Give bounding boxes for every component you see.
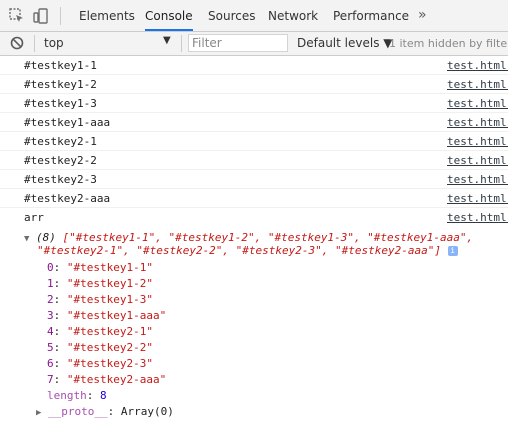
console-message: #testkey2-1 test.html:	[0, 132, 508, 151]
length-key: length	[47, 389, 87, 402]
item-value: "#testkey2-2"	[66, 341, 153, 354]
console-message: #testkey2-2 test.html:	[0, 151, 508, 170]
console-message: #testkey2-aaa test.html:	[0, 189, 508, 208]
inspect-element-icon[interactable]	[8, 7, 26, 25]
info-icon[interactable]: i	[447, 246, 458, 256]
expand-triangle-icon[interactable]: ▶	[36, 408, 41, 418]
hidden-items-info: 1 item hidden by filters	[389, 37, 508, 50]
item-index: 5	[47, 341, 54, 354]
console-message: #testkey1-1 test.html:	[0, 56, 508, 75]
toolbar-divider	[60, 7, 61, 25]
proto-key: __proto__	[48, 405, 108, 418]
item-index: 3	[47, 309, 54, 322]
message-text: #testkey2-3	[24, 173, 97, 186]
message-text: #testkey1-aaa	[24, 116, 111, 129]
array-item: 7: "#testkey2-aaa"	[47, 373, 167, 386]
array-item: 0: "#testkey1-1"	[47, 261, 153, 274]
source-link[interactable]: test.html:	[447, 97, 508, 110]
item-value: "#testkey1-aaa"	[66, 309, 167, 322]
array-preview-line1: ["#testkey1-1", "#testkey1-2", "#testkey…	[62, 231, 474, 244]
source-link[interactable]: test.html:	[447, 154, 508, 167]
source-link[interactable]: test.html:	[447, 135, 508, 148]
array-item: 1: "#testkey1-2"	[47, 277, 153, 290]
proto-row[interactable]: ▶ __proto__: Array(0)	[36, 405, 174, 418]
message-text: #testkey2-2	[24, 154, 97, 167]
clear-console-icon[interactable]	[9, 35, 27, 53]
source-link[interactable]: test.html:	[447, 116, 508, 129]
item-index: 4	[47, 325, 54, 338]
source-link[interactable]: test.html:	[447, 78, 508, 91]
array-header[interactable]: ▼ (8) ["#testkey1-1", "#testkey1-2", "#t…	[24, 231, 473, 244]
proto-value: Array(0)	[120, 405, 174, 418]
log-levels-dropdown[interactable]: Default levels ▼	[297, 36, 393, 50]
devtools-tabbar: Elements Console Sources Network Perform…	[0, 0, 508, 32]
context-dropdown-icon[interactable]: ▼	[163, 35, 171, 46]
console-message: arr test.html:	[0, 208, 508, 227]
console-message: #testkey1-aaa test.html:	[0, 113, 508, 132]
message-text: #testkey1-3	[24, 97, 97, 110]
source-link[interactable]: test.html:	[447, 59, 508, 72]
array-preview-continuation: "#testkey2-1", "#testkey2-2", "#testkey2…	[37, 244, 458, 257]
item-value: "#testkey1-1"	[66, 261, 153, 274]
item-index: 7	[47, 373, 54, 386]
console-message: #testkey1-2 test.html:	[0, 75, 508, 94]
console-message: #testkey1-3 test.html:	[0, 94, 508, 113]
more-tabs-button[interactable]: »	[418, 0, 427, 31]
item-value: "#testkey1-2"	[66, 277, 153, 290]
item-index: 6	[47, 357, 54, 370]
filter-input[interactable]: Filter	[188, 34, 288, 52]
item-value: "#testkey2-1"	[66, 325, 153, 338]
item-index: 1	[47, 277, 54, 290]
message-text: #testkey1-1	[24, 59, 97, 72]
array-length-row: length: 8	[47, 389, 107, 402]
message-text: #testkey2-1	[24, 135, 97, 148]
item-value: "#testkey1-3"	[66, 293, 153, 306]
item-value: "#testkey2-3"	[66, 357, 153, 370]
tab-performance[interactable]: Performance	[333, 0, 409, 31]
console-toolbar: top ▼ Filter Default levels ▼ 1 item hid…	[0, 32, 508, 56]
array-length-preview: (8)	[36, 231, 56, 244]
console-messages: #testkey1-1 test.html: #testkey1-2 test.…	[0, 56, 508, 227]
item-value: "#testkey2-aaa"	[66, 373, 167, 386]
array-item: 3: "#testkey1-aaa"	[47, 309, 167, 322]
item-index: 2	[47, 293, 54, 306]
message-text: arr	[24, 211, 44, 224]
tab-sources[interactable]: Sources	[208, 0, 255, 31]
source-link[interactable]: test.html:	[447, 211, 508, 224]
length-value: 8	[100, 389, 107, 402]
console-message: #testkey2-3 test.html:	[0, 170, 508, 189]
collapse-triangle-icon[interactable]: ▼	[24, 234, 29, 244]
tab-network[interactable]: Network	[268, 0, 318, 31]
context-selector[interactable]: top	[44, 36, 64, 50]
array-item: 2: "#testkey1-3"	[47, 293, 153, 306]
message-text: #testkey1-2	[24, 78, 97, 91]
array-item: 4: "#testkey2-1"	[47, 325, 153, 338]
message-text: #testkey2-aaa	[24, 192, 111, 205]
tab-elements[interactable]: Elements	[79, 0, 135, 31]
array-preview-line2: "#testkey2-1", "#testkey2-2", "#testkey2…	[37, 244, 441, 257]
item-index: 0	[47, 261, 54, 274]
array-item: 6: "#testkey2-3"	[47, 357, 153, 370]
device-toolbar-icon[interactable]	[32, 7, 50, 25]
source-link[interactable]: test.html:	[447, 173, 508, 186]
toolbar-divider	[34, 35, 35, 52]
tab-console[interactable]: Console	[145, 0, 193, 31]
toolbar-divider	[181, 35, 182, 52]
array-item: 5: "#testkey2-2"	[47, 341, 153, 354]
source-link[interactable]: test.html:	[447, 192, 508, 205]
